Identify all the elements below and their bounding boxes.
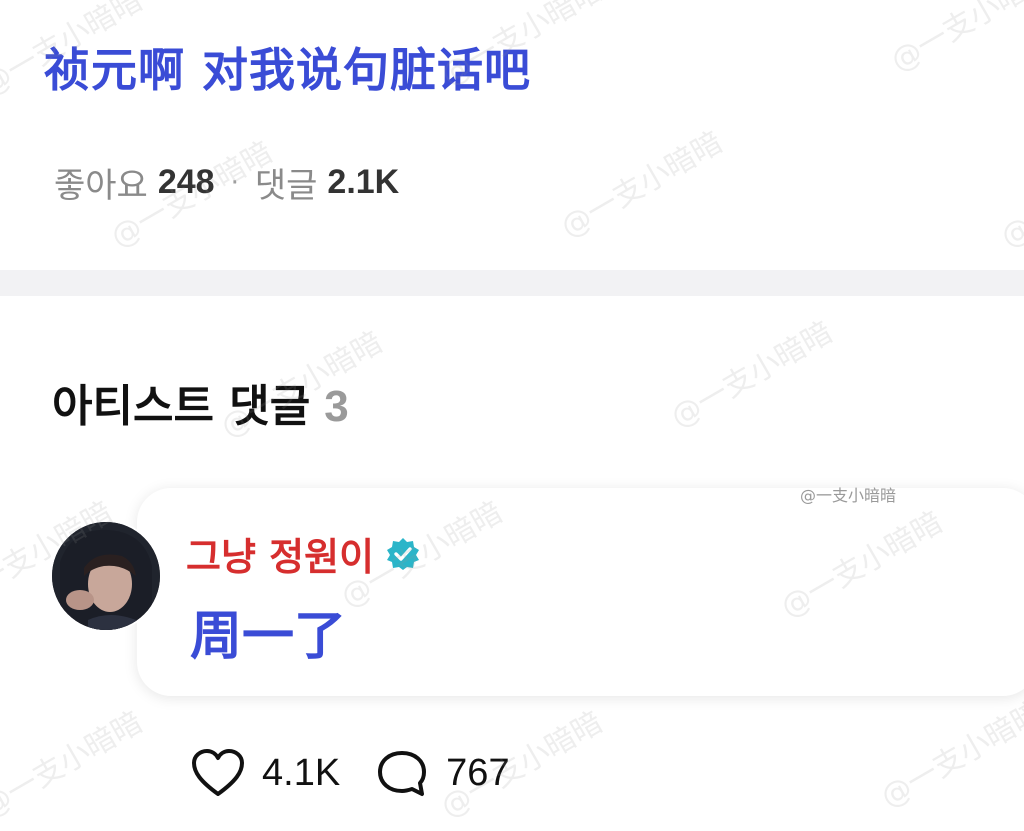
watermark: @一支小暗暗 xyxy=(665,314,839,436)
watermark: @一支小暗暗 xyxy=(0,704,149,826)
speech-bubble-icon xyxy=(378,751,427,796)
artist-comments-title: 아티스트 댓글 xyxy=(52,381,311,432)
section-divider xyxy=(0,270,1024,296)
reply-button[interactable]: 767 xyxy=(374,748,510,798)
verified-badge-icon xyxy=(387,537,420,570)
comment-text: 周一了 xyxy=(190,607,347,667)
comment-author[interactable]: 그냥 정원이 xyxy=(186,526,420,581)
heart-icon xyxy=(192,749,244,796)
artist-comments-count: 3 xyxy=(324,382,349,431)
watermark-label: @一支小暗暗 xyxy=(800,486,897,505)
post-stats: 좋아요 248 · 댓글 2.1K xyxy=(54,158,399,207)
watermark: @一支小暗暗 xyxy=(995,134,1024,256)
watermark: @一支小暗暗 xyxy=(555,124,729,246)
post-page: 祯元啊 对我说句脏话吧 좋아요 248 · 댓글 2.1K 아티스트 댓글 3 그… xyxy=(0,0,1024,831)
like-count: 4.1K xyxy=(262,751,341,794)
like-button[interactable]: 4.1K xyxy=(190,748,340,798)
comment-actions: 4.1K 767 xyxy=(190,748,510,798)
comments-count[interactable]: 2.1K xyxy=(327,163,399,202)
reply-count: 767 xyxy=(446,751,510,794)
artist-comments-heading: 아티스트 댓글 3 xyxy=(52,370,349,434)
comments-label: 댓글 xyxy=(254,166,318,206)
comment-author-name: 그냥 정원이 xyxy=(186,535,375,579)
avatar[interactable] xyxy=(52,522,160,630)
stats-separator: · xyxy=(230,167,239,198)
watermark: @一支小暗暗 xyxy=(885,0,1024,80)
watermark: @一支小暗暗 xyxy=(875,694,1024,816)
likes-label: 좋아요 xyxy=(54,166,148,206)
likes-count[interactable]: 248 xyxy=(158,163,215,202)
post-title: 祯元啊 对我说句脏话吧 xyxy=(44,43,532,97)
avatar-photo-icon xyxy=(52,522,160,630)
